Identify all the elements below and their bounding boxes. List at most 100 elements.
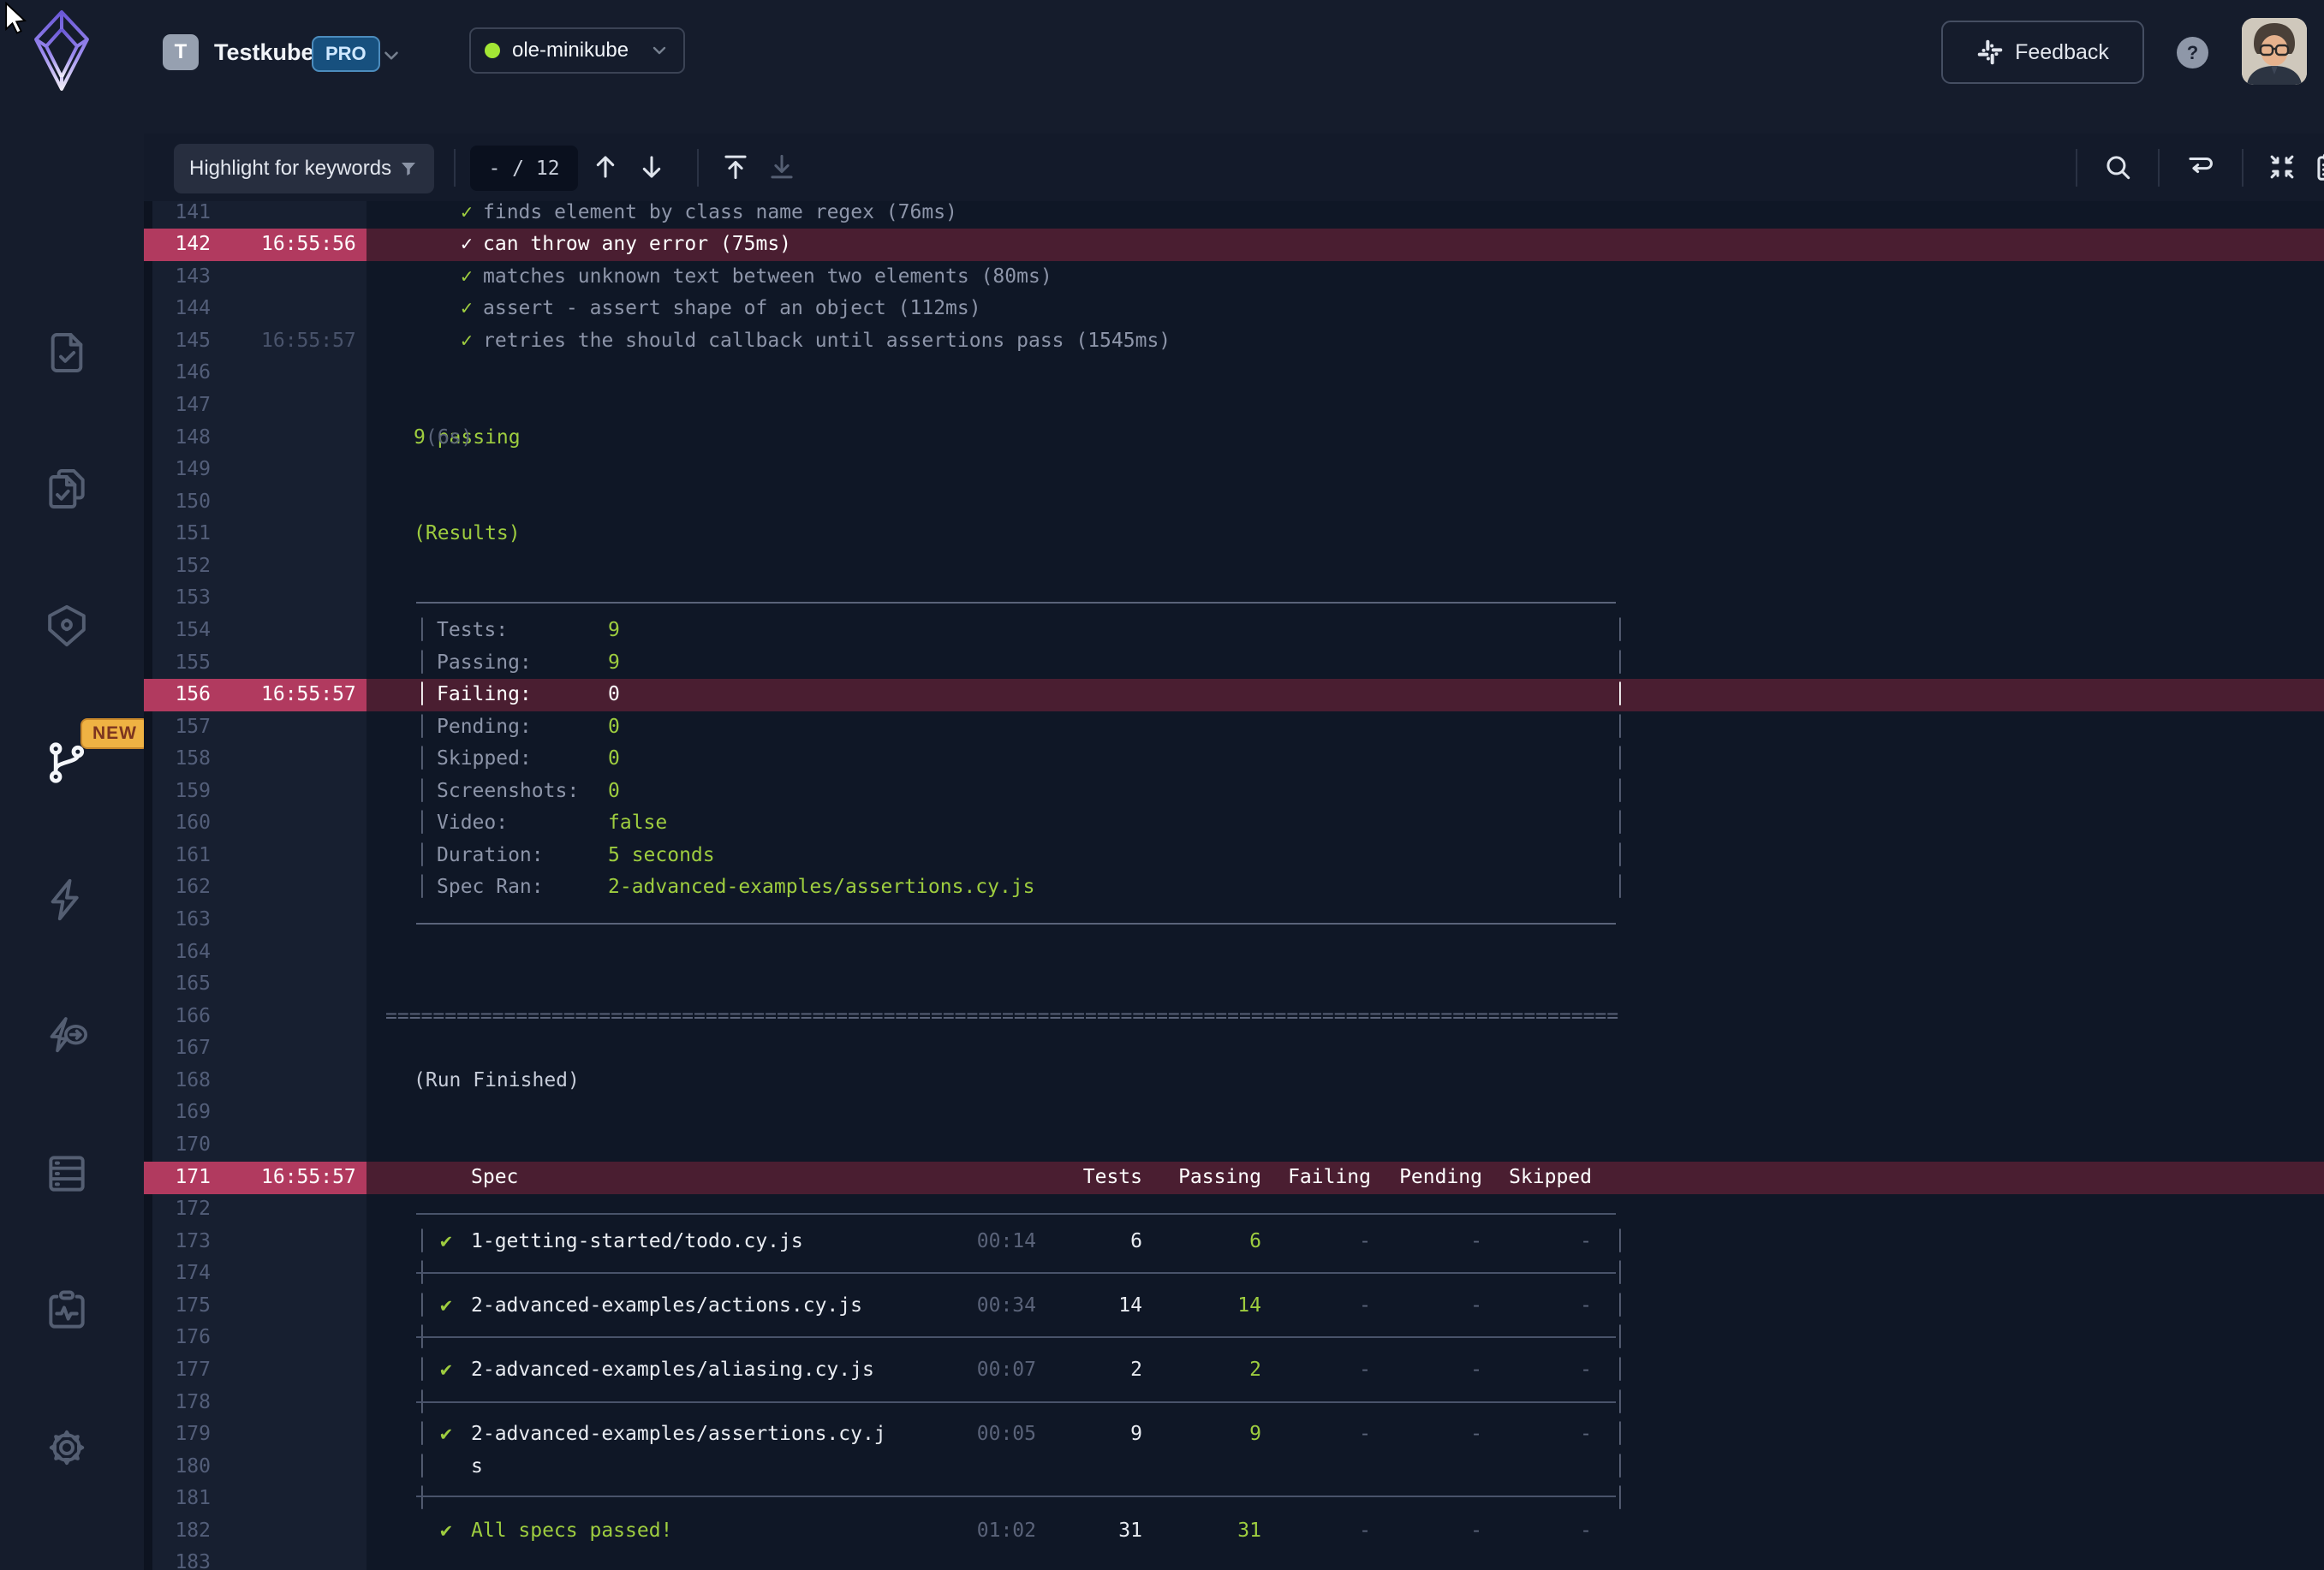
log-text: 0	[608, 711, 620, 744]
box-border: │	[1614, 647, 1626, 680]
line-number: 142	[154, 229, 211, 261]
line-number: 181	[154, 1483, 211, 1515]
sidebar-item-triggers[interactable]	[43, 876, 91, 924]
log-line-160: 160│Video:false│	[144, 807, 2324, 840]
spec-column-header: Pending	[1380, 1162, 1482, 1194]
wrap-lines-button[interactable]	[2184, 151, 2216, 183]
line-number: 162	[154, 871, 211, 904]
spec-duration: 00:05	[933, 1418, 1036, 1451]
log-text: Pending:	[437, 711, 532, 744]
box-border: │	[1614, 679, 1626, 711]
line-number: 141	[154, 201, 211, 229]
log-text: false	[608, 807, 667, 840]
collapse-fullscreen-button[interactable]	[2266, 151, 2298, 183]
sidebar-item-monitoring[interactable]	[43, 1287, 91, 1335]
user-avatar[interactable]	[2242, 18, 2307, 85]
keyword-filter-input[interactable]: Highlight for keywords	[174, 144, 434, 193]
spec-name: 1-getting-started/todo.cy.js	[471, 1226, 803, 1258]
log-line-147: 147	[144, 390, 2324, 422]
clipboard-pulse-icon	[43, 1287, 91, 1335]
box-border: │	[416, 776, 428, 808]
spec-duration: 01:02	[933, 1515, 1036, 1548]
log-output[interactable]: 141✓finds element by class name regex (7…	[144, 201, 2324, 1570]
log-text: Duration:	[437, 840, 544, 872]
org-chevron-down-icon[interactable]	[380, 45, 402, 67]
line-number: 159	[154, 776, 211, 808]
lightning-icon	[43, 876, 91, 924]
check-icon: ✓	[461, 201, 473, 229]
box-border: │	[1614, 615, 1626, 647]
timestamp: 16:55:57	[261, 325, 356, 358]
log-text: (6s)	[414, 426, 473, 449]
check-icon: ✓	[461, 325, 473, 358]
log-text: Skipped:	[437, 743, 532, 776]
box-border: │	[416, 1226, 428, 1258]
sidebar-item-webhooks[interactable]	[43, 1013, 91, 1061]
spec-skipped: -	[1489, 1418, 1592, 1451]
spec-skipped: -	[1489, 1354, 1592, 1387]
spec-skipped: -	[1489, 1515, 1592, 1548]
log-line-141: 141✓finds element by class name regex (7…	[144, 201, 2324, 229]
line-number: 182	[154, 1515, 211, 1548]
log-line-170: 170	[144, 1129, 2324, 1162]
spec-passing: 14	[1159, 1290, 1261, 1323]
line-number: 146	[154, 357, 211, 390]
check-icon: ✓	[461, 229, 473, 261]
server-stack-icon	[43, 1150, 91, 1198]
log-text: Screenshots:	[437, 776, 579, 808]
scroll-to-top-button[interactable]	[719, 151, 752, 183]
line-number: 172	[154, 1193, 211, 1226]
spec-name: All specs passed!	[471, 1515, 672, 1548]
line-number: 147	[154, 390, 211, 422]
next-match-button[interactable]	[635, 151, 668, 183]
log-line-166: 166=====================================…	[144, 1001, 2324, 1033]
check-icon: ✔	[440, 1226, 452, 1258]
file-check-icon	[43, 329, 91, 377]
sidebar-item-executors[interactable]	[43, 602, 91, 650]
log-line-149: 149	[144, 454, 2324, 486]
prev-match-button[interactable]	[589, 151, 622, 183]
scroll-to-bottom-button[interactable]	[766, 151, 798, 183]
check-icon: ✔	[440, 1354, 452, 1387]
org-initial: T	[175, 40, 188, 64]
env-status-dot	[485, 43, 500, 58]
testkube-app: { "colors":{"accent_green":"#9ecd3f","hi…	[0, 0, 2324, 1570]
box-border: │	[1614, 1418, 1626, 1451]
line-number: 171	[154, 1162, 211, 1194]
help-button[interactable]: ?	[2177, 37, 2208, 68]
log-text: matches unknown text between two element…	[483, 261, 1052, 294]
sidebar-item-sources[interactable]	[43, 1150, 91, 1198]
org-name[interactable]: Testkube	[214, 39, 314, 66]
line-number: 167	[154, 1032, 211, 1065]
testkube-logo-icon[interactable]	[31, 9, 92, 92]
table-row-separator	[416, 1401, 1616, 1403]
files-check-icon	[43, 465, 91, 513]
log-line-146: 146	[144, 357, 2324, 390]
search-icon[interactable]	[2101, 151, 2134, 183]
log-line-155: 155│Passing:9│	[144, 647, 2324, 680]
line-number: 143	[154, 261, 211, 294]
environment-selector[interactable]: ole-minikube	[469, 27, 685, 74]
line-number: 164	[154, 937, 211, 969]
feedback-button[interactable]: Feedback	[1941, 21, 2144, 84]
log-text: (Results)	[414, 518, 521, 550]
log-line-157: 157│Pending:0│	[144, 711, 2324, 744]
box-border: │	[1614, 807, 1626, 840]
sidebar-item-settings[interactable]	[43, 1424, 91, 1472]
log-text: 9	[608, 647, 620, 680]
sidebar-item-tests[interactable]	[43, 329, 91, 377]
line-number: 160	[154, 807, 211, 840]
toolbar-divider	[2242, 149, 2244, 187]
org-avatar[interactable]: T	[163, 34, 199, 70]
log-line-153: 153	[144, 582, 2324, 615]
line-number: 144	[154, 293, 211, 325]
line-number: 165	[154, 968, 211, 1001]
highlight-row	[366, 679, 2324, 711]
sidebar-item-test-suites[interactable]	[43, 465, 91, 513]
log-text: Spec Ran:	[437, 871, 544, 904]
spec-tests: 9	[1040, 1418, 1142, 1451]
keyword-filter-placeholder: Highlight for keywords	[189, 157, 391, 181]
spec-failing: -	[1268, 1515, 1371, 1548]
log-line-169: 169	[144, 1097, 2324, 1129]
copy-log-button[interactable]	[2312, 151, 2324, 183]
